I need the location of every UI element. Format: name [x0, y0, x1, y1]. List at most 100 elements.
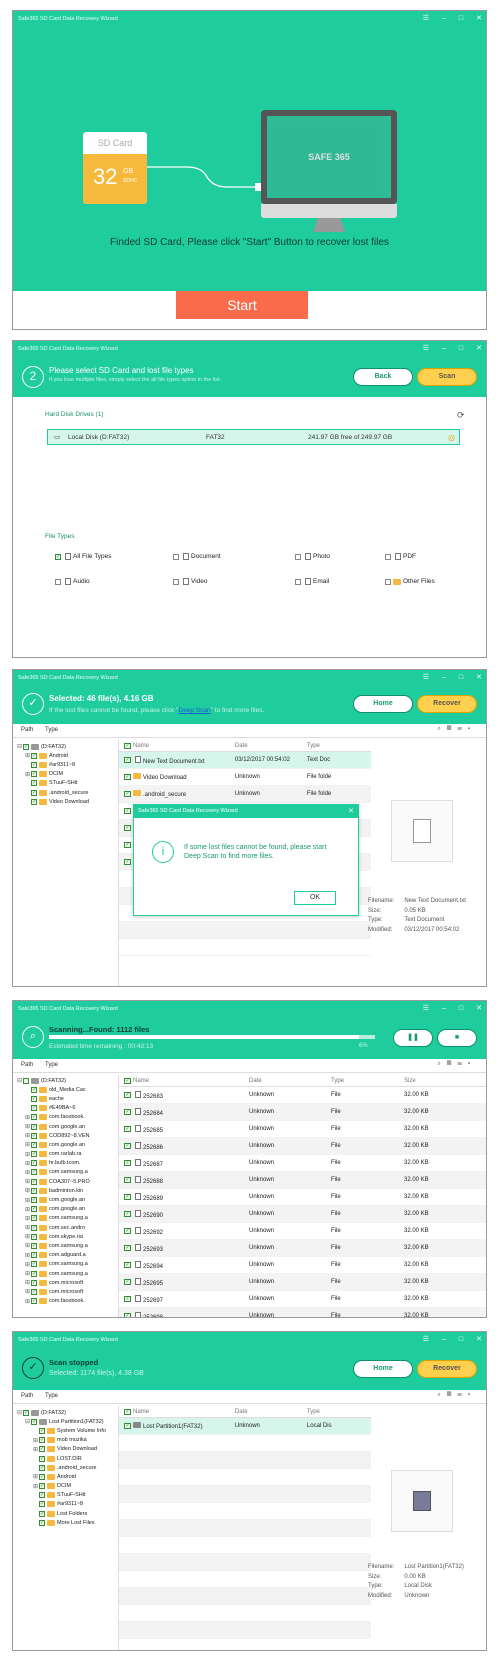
checkbox[interactable]: ✓ — [31, 1215, 37, 1222]
table-row[interactable]: ✓ 252686 Unknown File 32.00 KB — [119, 1138, 486, 1155]
table-row[interactable]: ✓ 252687 Unknown File 32.00 KB — [119, 1155, 486, 1172]
checkbox[interactable]: ✓ — [39, 1492, 45, 1499]
checkbox[interactable]: ✓ — [39, 1427, 45, 1434]
table-row[interactable]: ✓ 252689 Unknown File 32.00 KB — [119, 1189, 486, 1206]
checkbox[interactable]: ✓ — [31, 1151, 37, 1158]
tree-node[interactable]: ⊞ ✓ DCIM — [17, 1482, 118, 1491]
checkbox[interactable]: ✓ — [39, 1519, 45, 1526]
checkbox[interactable]: ✓ — [31, 1242, 37, 1249]
view-toolbar-icons[interactable]: ⌕▦☰▪ — [437, 1061, 476, 1068]
checkbox[interactable]: ✓ — [124, 1262, 131, 1268]
minimize-icon[interactable]: – — [442, 11, 446, 27]
type-all[interactable]: ✓ All File Types — [55, 553, 112, 560]
menu-icon[interactable]: ☰ — [423, 341, 429, 357]
tab-type[interactable]: Type — [45, 1062, 58, 1068]
checkbox[interactable]: ✓ — [124, 1228, 131, 1234]
menu-icon[interactable]: ☰ — [423, 1332, 429, 1348]
tree-node[interactable]: ⊞ ✓ com.adguard.a — [17, 1251, 118, 1260]
checkbox[interactable]: ✓ — [39, 1473, 45, 1480]
tree-node[interactable]: ⊞ ✓ com.microsoft — [17, 1287, 118, 1296]
table-row[interactable]: ✓ 252690 Unknown File 32.00 KB — [119, 1206, 486, 1223]
tree-node[interactable]: ⊟ (D:FAT32) — [17, 1076, 118, 1085]
menu-icon[interactable]: ☰ — [423, 11, 429, 27]
checkbox[interactable]: ✓ — [39, 1483, 45, 1490]
close-icon[interactable]: ✕ — [476, 1332, 482, 1348]
table-row[interactable]: ✓ 252695 Unknown File 32.00 KB — [119, 1274, 486, 1291]
checkbox[interactable]: ✓ — [31, 1288, 37, 1295]
checkbox[interactable] — [23, 1077, 29, 1084]
checkbox[interactable]: ✓ — [124, 1092, 131, 1098]
checkbox[interactable]: ✓ — [124, 1194, 131, 1200]
tree-node[interactable]: ✓ Video Download — [17, 797, 118, 806]
minimize-icon[interactable]: – — [442, 1332, 446, 1348]
checkbox[interactable]: ✓ — [31, 1279, 37, 1286]
type-audio[interactable]: Audio — [55, 578, 90, 585]
checkbox[interactable]: ✓ — [39, 1510, 45, 1517]
type-other[interactable]: Other Files — [385, 578, 435, 585]
back-button[interactable]: Back — [353, 368, 413, 386]
table-row[interactable]: ✓ New Text Document.txt 03/12/2017 00:54:0… — [119, 752, 371, 769]
maximize-icon[interactable]: □ — [459, 11, 463, 27]
checkbox[interactable] — [173, 553, 179, 560]
tree-node[interactable]: ⊞ ✓ hr.bulb.tcom. — [17, 1159, 118, 1168]
maximize-icon[interactable]: □ — [459, 1001, 463, 1017]
checkbox[interactable]: ✓ — [31, 1178, 37, 1185]
checkbox[interactable]: ✓ — [39, 1446, 45, 1453]
maximize-icon[interactable]: □ — [459, 341, 463, 357]
checkbox[interactable]: ✓ — [31, 1160, 37, 1167]
tree-node[interactable]: ⊞ ✓ mob muzika — [17, 1436, 118, 1445]
checkbox[interactable]: ✓ — [31, 1206, 37, 1213]
checkbox[interactable]: ✓ — [39, 1437, 45, 1444]
tree-node[interactable]: ⊞ ✓ COA307~5.PRO — [17, 1177, 118, 1186]
checkbox[interactable]: ✓ — [55, 553, 61, 560]
table-row[interactable]: ✓ 252684 Unknown File 32.00 KB — [119, 1104, 486, 1121]
tree-node[interactable]: ⊞ ✓ com.google.an — [17, 1140, 118, 1149]
tree-node[interactable]: ⊞ ✓ com.rarlab.ra — [17, 1150, 118, 1159]
tree-node[interactable]: ⊞ ✓ DCIM — [17, 770, 118, 779]
checkbox[interactable]: ✓ — [31, 1187, 37, 1194]
checkbox[interactable]: ✓ — [31, 1123, 37, 1130]
view-toolbar-icons[interactable]: ⌕▦☰▪ — [437, 726, 476, 733]
checkbox[interactable]: ✓ — [124, 1313, 131, 1317]
pause-button[interactable]: ❚❚ — [393, 1029, 433, 1047]
menu-icon[interactable]: ☰ — [423, 1001, 429, 1017]
minimize-icon[interactable]: – — [442, 1001, 446, 1017]
checkbox[interactable] — [55, 578, 61, 585]
tree-node[interactable]: ✓ .android_secure — [17, 1463, 118, 1472]
tree-node[interactable]: ⊞ ✓ Android — [17, 751, 118, 760]
close-icon[interactable]: ✕ — [476, 341, 482, 357]
checkbox[interactable]: ✓ — [31, 1095, 37, 1102]
table-row[interactable]: ✓ 252697 Unknown File 32.00 KB — [119, 1291, 486, 1308]
tree-node[interactable]: ✓ old_Media Cac — [17, 1085, 118, 1094]
refresh-icon[interactable]: ⟳ — [457, 410, 465, 421]
close-icon[interactable]: ✕ — [476, 11, 482, 27]
tree-node[interactable]: ⊞ ✓ com.microsoft — [17, 1278, 118, 1287]
maximize-icon[interactable]: □ — [459, 1332, 463, 1348]
tree-node[interactable]: ⊞ ✓ com.google.an — [17, 1122, 118, 1131]
type-photo[interactable]: Photo — [295, 553, 330, 560]
checkbox[interactable]: ✓ — [31, 1233, 37, 1240]
menu-icon[interactable]: ☰ — [423, 670, 429, 686]
tree-node[interactable]: ⊞ ✓ Android — [17, 1472, 118, 1481]
tree-node[interactable]: ⊞ ✓ com.google.an — [17, 1205, 118, 1214]
tree-node[interactable]: ✓ STuuF-SHit — [17, 779, 118, 788]
checkbox[interactable] — [295, 578, 301, 585]
checkbox[interactable] — [173, 578, 179, 585]
checkbox[interactable]: ✓ — [31, 1298, 37, 1305]
tree-node[interactable]: ⊟ ✓ Lost Partition1(FAT32) — [17, 1417, 118, 1426]
checkbox[interactable] — [295, 553, 301, 560]
tree-node[interactable]: ⊞ ✓ com.samsung.a — [17, 1168, 118, 1177]
tree-node[interactable]: ⊞ ✓ com.facebook. — [17, 1113, 118, 1122]
deep-scan-link[interactable]: Deep Scan — [179, 707, 211, 714]
checkbox[interactable]: ✓ — [124, 1279, 131, 1285]
table-row[interactable]: ✓ 252698 Unknown File 32.00 KB — [119, 1308, 486, 1317]
checkbox[interactable]: ✓ — [39, 1501, 45, 1508]
checkbox[interactable]: ✓ — [124, 1109, 131, 1115]
checkbox[interactable]: ✓ — [31, 1086, 37, 1093]
checkbox[interactable]: ✓ — [124, 1296, 131, 1302]
checkbox[interactable]: ✓ — [31, 1252, 37, 1259]
tree-node[interactable]: ⊞ ✓ com.samsung.a — [17, 1214, 118, 1223]
tree-node[interactable]: ⊞ ✓ com.samsung.a — [17, 1269, 118, 1278]
tab-path[interactable]: Path — [21, 1393, 33, 1399]
tree-node[interactable]: ✓ #ar9311~8 — [17, 760, 118, 769]
